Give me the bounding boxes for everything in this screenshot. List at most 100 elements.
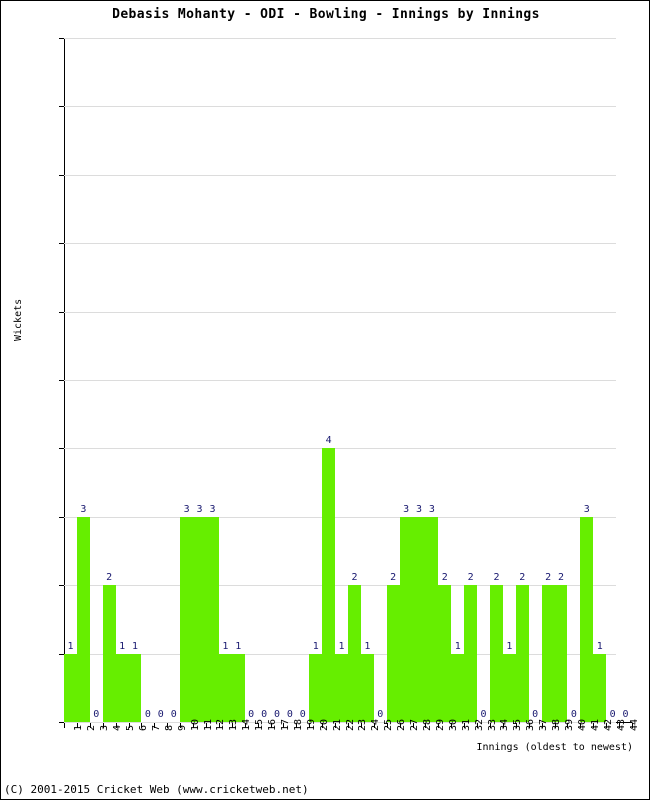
- x-tick-label: 15: [254, 718, 266, 731]
- bar-slot[interactable]: 0: [529, 38, 542, 722]
- bar-slot[interactable]: 1: [360, 38, 374, 722]
- bar-slot[interactable]: 3: [76, 38, 90, 722]
- bar[interactable]: [218, 653, 232, 722]
- bar-slot[interactable]: 0: [477, 38, 490, 722]
- plot-area: 012345678910 130211000333110000014121023…: [59, 38, 632, 723]
- bar[interactable]: [335, 653, 348, 722]
- x-tick-label: 19: [305, 718, 317, 731]
- bar-slot[interactable]: 1: [309, 38, 323, 722]
- x-tick-label: 29: [434, 718, 446, 731]
- bar-slot[interactable]: 0: [245, 38, 258, 722]
- bar-slot[interactable]: 2: [102, 38, 116, 722]
- bar-slot[interactable]: 3: [193, 38, 206, 722]
- bar[interactable]: [128, 653, 142, 722]
- bar[interactable]: [64, 653, 77, 722]
- x-tick-label: 18: [292, 718, 304, 731]
- y-axis-title: Wickets: [13, 298, 24, 341]
- x-tick-label: 7: [150, 724, 162, 731]
- bar-slot[interactable]: 0: [271, 38, 284, 722]
- bar-value-label: 2: [493, 572, 500, 584]
- x-tick-label: 6: [138, 724, 149, 731]
- bar-slot[interactable]: 2: [438, 38, 452, 722]
- bar-slot[interactable]: 0: [619, 38, 632, 722]
- bar[interactable]: [309, 653, 323, 722]
- bar-slot[interactable]: 1: [218, 38, 232, 722]
- bar-slot[interactable]: 1: [451, 38, 465, 722]
- bar[interactable]: [115, 653, 129, 722]
- bar-slot[interactable]: 4: [322, 38, 336, 722]
- x-tick-label: 1: [73, 724, 85, 731]
- bar-slot[interactable]: 0: [374, 38, 387, 722]
- bar[interactable]: [502, 653, 516, 722]
- bar[interactable]: [451, 653, 465, 722]
- bar-slot[interactable]: 1: [128, 38, 142, 722]
- x-tick-label: 24: [370, 718, 382, 731]
- bar-slot[interactable]: 3: [425, 38, 439, 722]
- bar-slot[interactable]: 1: [593, 38, 607, 722]
- bar-slot[interactable]: 2: [348, 38, 361, 722]
- bar[interactable]: [438, 585, 452, 722]
- bar-slot[interactable]: 0: [283, 38, 296, 722]
- bar[interactable]: [464, 585, 478, 722]
- bar[interactable]: [593, 653, 607, 722]
- x-tick-label: 10: [189, 718, 201, 731]
- bar[interactable]: [322, 448, 336, 722]
- bar[interactable]: [412, 516, 426, 722]
- x-tick-label: 27: [409, 718, 421, 731]
- bar[interactable]: [180, 516, 194, 722]
- bar[interactable]: [580, 516, 594, 722]
- bar[interactable]: [360, 653, 374, 722]
- bar-slot[interactable]: 2: [490, 38, 503, 722]
- x-tick-label: 26: [396, 718, 408, 731]
- bar[interactable]: [425, 516, 439, 722]
- x-tick-label: 33: [486, 718, 498, 731]
- bar-slot[interactable]: 2: [515, 38, 529, 722]
- bar-slot[interactable]: 3: [206, 38, 219, 722]
- bar[interactable]: [193, 516, 206, 722]
- bar[interactable]: [541, 585, 555, 722]
- x-tick-label: 5: [125, 724, 137, 731]
- bar-value-label: 2: [519, 572, 526, 584]
- bar[interactable]: [554, 585, 568, 722]
- bar-value-label: 1: [338, 640, 345, 652]
- bar-slot[interactable]: 0: [258, 38, 271, 722]
- bar-value-label: 1: [364, 640, 371, 652]
- bar[interactable]: [386, 585, 400, 722]
- bar[interactable]: [102, 585, 116, 722]
- bar-slot[interactable]: 1: [335, 38, 348, 722]
- bar-slot[interactable]: 0: [167, 38, 180, 722]
- bar[interactable]: [348, 585, 361, 722]
- bar-slot[interactable]: 3: [580, 38, 594, 722]
- bar-slot[interactable]: 2: [386, 38, 400, 722]
- bar[interactable]: [399, 516, 413, 722]
- bar-value-label: 2: [545, 572, 552, 584]
- bar[interactable]: [231, 653, 245, 722]
- bar-value-label: 2: [441, 572, 448, 584]
- bar[interactable]: [76, 516, 90, 722]
- x-tick-label: 23: [357, 718, 369, 731]
- bar-slot[interactable]: 1: [64, 38, 77, 722]
- bar-value-label: 4: [325, 435, 332, 447]
- bar[interactable]: [206, 516, 219, 722]
- bar-value-label: 3: [415, 503, 422, 515]
- x-tick-label: 11: [202, 718, 214, 731]
- bar-slot[interactable]: 0: [90, 38, 103, 722]
- bar[interactable]: [515, 585, 529, 722]
- bar-slot[interactable]: 2: [541, 38, 555, 722]
- bar[interactable]: [490, 585, 503, 722]
- bar-slot[interactable]: 0: [567, 38, 580, 722]
- bar-slot[interactable]: 0: [296, 38, 309, 722]
- bar-slot[interactable]: 0: [141, 38, 154, 722]
- x-tick-label: 14: [241, 718, 253, 731]
- bar-slot[interactable]: 0: [606, 38, 619, 722]
- bar-slot[interactable]: 2: [554, 38, 568, 722]
- x-axis-title: Innings (oldest to newest): [476, 742, 633, 753]
- bar-slot[interactable]: 1: [502, 38, 516, 722]
- bar-slot[interactable]: 3: [399, 38, 413, 722]
- bar-slot[interactable]: 1: [231, 38, 245, 722]
- bar-slot[interactable]: 0: [154, 38, 167, 722]
- bar-slot[interactable]: 2: [464, 38, 478, 722]
- bar-slot[interactable]: 3: [180, 38, 194, 722]
- bar-slot[interactable]: 3: [412, 38, 426, 722]
- bar-slot[interactable]: 1: [115, 38, 129, 722]
